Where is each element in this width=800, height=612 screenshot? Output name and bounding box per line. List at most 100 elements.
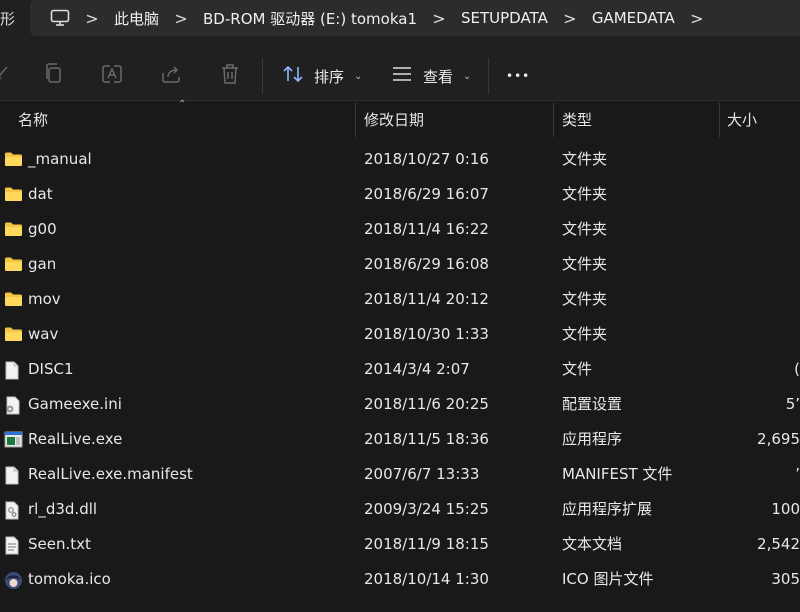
- file-name: RealLive.exe.manifest: [28, 465, 193, 483]
- file-type: ICO 图片文件: [562, 570, 654, 588]
- file-date: 2018/10/30 1:33: [364, 325, 489, 343]
- toolbar-divider: [262, 58, 263, 94]
- dll-file-icon: [4, 501, 22, 520]
- file-name: Seen.txt: [28, 535, 91, 553]
- column-header-type[interactable]: 类型: [562, 101, 592, 137]
- column-divider[interactable]: [553, 103, 554, 137]
- file-row[interactable]: DISC1 2014/3/4 2:07 文件 (: [0, 352, 800, 387]
- more-options-button[interactable]: •••: [506, 64, 530, 88]
- file-type: 应用程序: [562, 430, 623, 448]
- computer-icon[interactable]: [46, 8, 74, 28]
- file-row[interactable]: RealLive.exe.manifest 2007/6/7 13:33 MANIF…: [0, 457, 800, 492]
- file-name: _manual: [28, 150, 92, 168]
- nav-text-fragment: 形: [0, 10, 16, 28]
- file-date: 2018/6/29 16:07: [364, 185, 489, 203]
- address-bar[interactable]: > 此电脑 > BD-ROM 驱动器 (E:) tomoka1 > SETUPD…: [30, 0, 800, 36]
- folder-icon: [4, 291, 22, 309]
- breadcrumb-separator[interactable]: >: [163, 9, 199, 28]
- copy-icon[interactable]: [43, 63, 65, 85]
- file-type: 应用程序扩展: [562, 500, 653, 518]
- file-name: gan: [28, 255, 57, 273]
- folder-icon: [4, 151, 22, 169]
- breadcrumb-drive[interactable]: BD-ROM 驱动器 (E:) tomoka1: [199, 8, 421, 29]
- address-bar-area: 形 > 此电脑 > BD-ROM 驱动器 (E:) tomoka1 > SETU…: [0, 0, 800, 38]
- chevron-down-icon: ⌄: [354, 70, 363, 82]
- file-row[interactable]: g00 2018/11/4 16:22 文件夹: [0, 212, 800, 247]
- sort-button[interactable]: 排序 ⌄: [282, 64, 362, 88]
- text-file-icon: [4, 536, 22, 555]
- file-list: _manual 2018/10/27 0:16 文件夹 dat 2018/6/29 16…: [0, 142, 800, 597]
- file-size: 5’: [785, 395, 800, 413]
- file-row[interactable]: tomoka.ico 2018/10/14 1:30 ICO 图片文件 305: [0, 562, 800, 597]
- file-date: 2007/6/7 13:33: [364, 465, 480, 483]
- chevron-down-icon: ⌄: [463, 70, 472, 82]
- image-ico-icon: [4, 571, 22, 589]
- file-date: 2018/11/9 18:15: [364, 535, 489, 553]
- file-date: 2009/3/24 15:25: [364, 500, 489, 518]
- settings-file-icon: [4, 396, 22, 415]
- file-name: rl_d3d.dll: [28, 500, 98, 518]
- column-header-size[interactable]: 大小: [727, 101, 757, 137]
- breadcrumb-separator[interactable]: >: [74, 9, 110, 28]
- view-button[interactable]: 查看 ⌄: [391, 64, 471, 88]
- delete-icon[interactable]: [219, 63, 241, 85]
- breadcrumb-this-pc[interactable]: 此电脑: [110, 8, 163, 29]
- file-size: 2,542: [757, 535, 800, 553]
- command-bar: 排序 ⌄ 查看 ⌄ •••: [0, 38, 800, 101]
- file-type: 配置设置: [562, 395, 623, 413]
- file-row[interactable]: dat 2018/6/29 16:07 文件夹: [0, 177, 800, 212]
- breadcrumb-separator[interactable]: >: [421, 9, 457, 28]
- folder-icon: [4, 326, 22, 344]
- column-divider[interactable]: [719, 103, 720, 137]
- file-type: 文件夹: [562, 185, 608, 203]
- breadcrumb-setupdata[interactable]: SETUPDATA: [457, 9, 552, 27]
- file-date: 2018/11/4 20:12: [364, 290, 489, 308]
- app-exe-icon: [4, 431, 23, 449]
- sort-label: 排序: [314, 67, 345, 86]
- file-type: 文件夹: [562, 325, 608, 343]
- rename-icon[interactable]: [101, 63, 123, 85]
- file-type: 文件夹: [562, 255, 608, 273]
- file-name: RealLive.exe: [28, 430, 123, 448]
- file-row[interactable]: mov 2018/11/4 20:12 文件夹: [0, 282, 800, 317]
- file-icon: [4, 466, 22, 485]
- share-icon[interactable]: [160, 63, 182, 85]
- column-header-name[interactable]: 名称: [18, 101, 48, 137]
- column-header-date[interactable]: 修改日期: [364, 101, 424, 137]
- file-name: Gameexe.ini: [28, 395, 122, 413]
- file-size: (: [794, 360, 800, 378]
- file-row[interactable]: RealLive.exe 2018/11/5 18:36 应用程序 2,695: [0, 422, 800, 457]
- folder-icon: [4, 221, 22, 239]
- file-size: ’: [795, 465, 800, 483]
- file-date: 2014/3/4 2:07: [364, 360, 470, 378]
- file-date: 2018/10/27 0:16: [364, 150, 489, 168]
- file-type: 文件夹: [562, 220, 608, 238]
- file-row[interactable]: Seen.txt 2018/11/9 18:15 文本文档 2,542: [0, 527, 800, 562]
- file-size: 2,695: [757, 430, 800, 448]
- file-date: 2018/6/29 16:08: [364, 255, 489, 273]
- file-type: MANIFEST 文件: [562, 465, 673, 483]
- file-row[interactable]: Gameexe.ini 2018/11/6 20:25 配置设置 5’: [0, 387, 800, 422]
- sort-ascending-icon: ⌃: [178, 99, 187, 110]
- file-row[interactable]: _manual 2018/10/27 0:16 文件夹: [0, 142, 800, 177]
- breadcrumb-separator[interactable]: >: [552, 9, 588, 28]
- cut-icon[interactable]: [0, 63, 12, 85]
- file-type: 文件夹: [562, 150, 608, 168]
- breadcrumb-separator[interactable]: >: [679, 9, 715, 28]
- file-type: 文本文档: [562, 535, 623, 553]
- column-divider[interactable]: [355, 103, 356, 137]
- file-name: wav: [28, 325, 59, 343]
- file-row[interactable]: rl_d3d.dll 2009/3/24 15:25 应用程序扩展 100: [0, 492, 800, 527]
- file-type: 文件: [562, 360, 593, 378]
- file-row[interactable]: gan 2018/6/29 16:08 文件夹: [0, 247, 800, 282]
- breadcrumb-gamedata[interactable]: GAMEDATA: [588, 9, 679, 27]
- file-size: 305: [771, 570, 800, 588]
- file-date: 2018/11/4 16:22: [364, 220, 489, 238]
- file-name: g00: [28, 220, 57, 238]
- file-size: 100: [771, 500, 800, 518]
- file-row[interactable]: wav 2018/10/30 1:33 文件夹: [0, 317, 800, 352]
- file-date: 2018/11/5 18:36: [364, 430, 489, 448]
- column-header-row: ⌃ 名称 修改日期 类型 大小: [0, 99, 800, 137]
- sort-icon: [282, 65, 304, 87]
- folder-icon: [4, 186, 22, 204]
